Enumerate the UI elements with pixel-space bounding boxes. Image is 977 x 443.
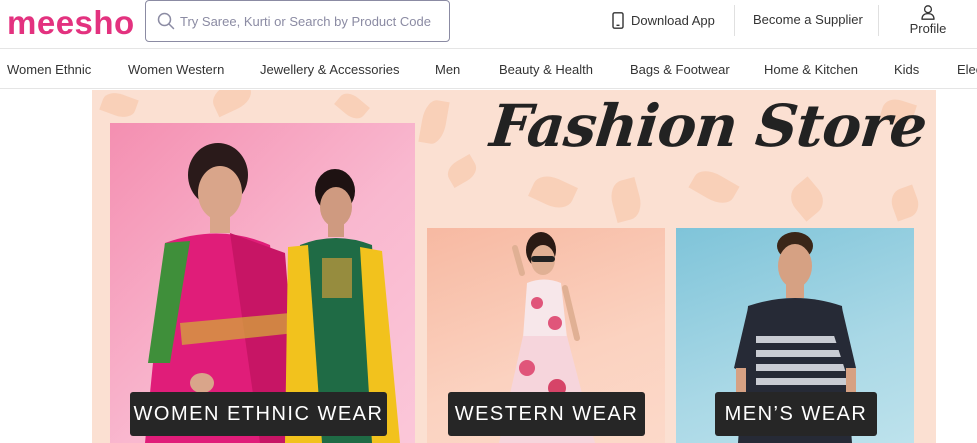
- leaf-decoration: [784, 176, 830, 222]
- search-icon: [157, 12, 175, 30]
- leaf-decoration: [418, 98, 450, 146]
- category-men[interactable]: Men: [435, 62, 460, 77]
- download-app-link[interactable]: Download App: [612, 12, 715, 29]
- banner-title: Fashion Store: [487, 92, 930, 160]
- user-icon: [921, 5, 935, 20]
- header-divider: [734, 5, 735, 36]
- profile-button[interactable]: Profile: [904, 5, 952, 36]
- leaf-decoration: [208, 90, 256, 118]
- leaf-decoration: [99, 90, 139, 122]
- leaf-decoration: [607, 177, 645, 223]
- top-header: meesho Download App Become a Supplier Pr…: [0, 0, 977, 48]
- leaf-decoration: [443, 153, 481, 189]
- leaf-decoration: [334, 90, 370, 124]
- women-ethnic-wear-button[interactable]: WOMEN ETHNIC WEAR: [130, 392, 387, 436]
- leaf-decoration: [528, 170, 578, 214]
- western-wear-button[interactable]: WESTERN WEAR: [448, 392, 645, 436]
- search-box[interactable]: [145, 0, 450, 42]
- search-input[interactable]: [180, 10, 442, 32]
- category-nav: Women Ethnic Women Western Jewellery & A…: [0, 48, 977, 89]
- category-women-western[interactable]: Women Western: [128, 62, 224, 77]
- meesho-logo[interactable]: meesho: [7, 4, 135, 42]
- category-home-kitchen[interactable]: Home & Kitchen: [764, 62, 858, 77]
- category-bags-footwear[interactable]: Bags & Footwear: [630, 62, 730, 77]
- category-electronics[interactable]: Electronics: [957, 62, 977, 77]
- become-supplier-link[interactable]: Become a Supplier: [753, 12, 863, 27]
- category-jewellery[interactable]: Jewellery & Accessories: [260, 62, 399, 77]
- profile-label: Profile: [909, 21, 947, 36]
- category-beauty-health[interactable]: Beauty & Health: [499, 62, 593, 77]
- header-divider: [878, 5, 879, 36]
- mobile-phone-icon: [612, 12, 624, 29]
- women-ethnic-panel[interactable]: WOMEN ETHNIC WEAR: [110, 123, 415, 443]
- fashion-store-banner[interactable]: Fashion Store WOMEN ETHNIC WEAR WESTERN …: [92, 90, 936, 443]
- category-kids[interactable]: Kids: [894, 62, 919, 77]
- leaf-decoration: [887, 184, 923, 222]
- category-women-ethnic[interactable]: Women Ethnic: [7, 62, 91, 77]
- mens-wear-button[interactable]: MEN’S WEAR: [715, 392, 877, 436]
- download-app-label: Download App: [631, 13, 715, 28]
